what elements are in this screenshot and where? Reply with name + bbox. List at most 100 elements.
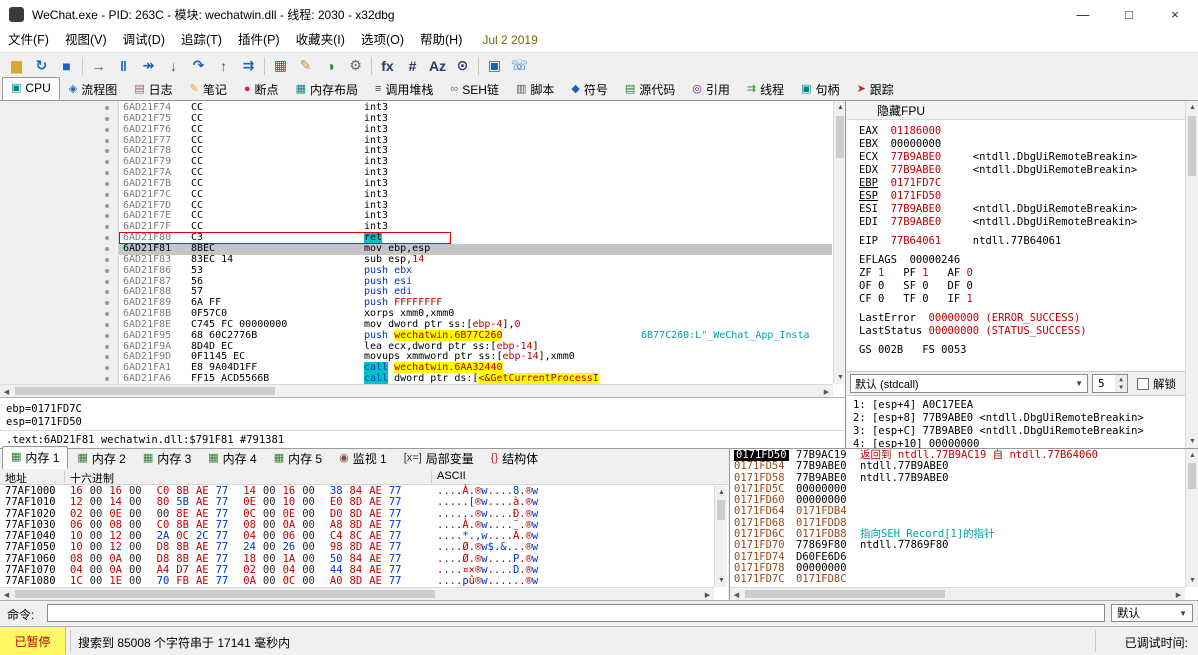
tab-call-stack[interactable]: ≡调用堆栈 [367, 79, 441, 100]
tab-memory-map[interactable]: ▦内存布局 [288, 79, 366, 100]
register-line[interactable]: OF 0 SF 0 DF 0 [859, 280, 1137, 293]
menu-item[interactable]: 调试(D) [115, 28, 173, 52]
command-input[interactable] [47, 604, 1105, 622]
analysis-icon[interactable]: ◑ [318, 55, 343, 77]
register-line[interactable]: EBX 00000000 [859, 138, 1137, 151]
menu-item[interactable]: 视图(V) [57, 28, 115, 52]
command-syntax-select[interactable]: 默认 ▼ [1111, 604, 1193, 622]
handset-icon[interactable]: ☏ [507, 55, 532, 77]
register-line[interactable]: ESI 77B9ABE0 <ntdll.DbgUiRemoteBreakin> [859, 203, 1137, 216]
register-line[interactable]: ESP 0171FD50 [859, 190, 1137, 203]
register-line[interactable]: ZF 1 PF 1 AF 0 [859, 267, 1137, 280]
unlock-checkbox[interactable] [1137, 378, 1149, 390]
tab-source[interactable]: ▤源代码 [617, 79, 683, 100]
hide-fpu-button[interactable]: 隐藏FPU [847, 101, 1185, 120]
menu-item[interactable]: 收藏夹(I) [288, 28, 353, 52]
register-line[interactable]: ECX 77B9ABE0 <ntdll.DbgUiRemoteBreakin> [859, 151, 1137, 164]
calling-convention-select[interactable]: 默认 (stdcall) ▼ [850, 374, 1088, 393]
scroll-thumb[interactable] [1188, 463, 1196, 489]
tab-symbols[interactable]: ◆符号 [563, 79, 615, 100]
scroll-thumb[interactable] [717, 500, 725, 520]
restart-icon[interactable]: ↻ [29, 55, 54, 77]
registers-scrollbar[interactable]: ▲ ▼ [1185, 101, 1198, 448]
disasm-vscrollbar[interactable]: ▲ ▼ [833, 101, 846, 384]
register-line[interactable]: LastStatus 00000000 (STATUS_SUCCESS) [859, 325, 1137, 338]
register-line[interactable]: CF 0 TF 0 IF 1 [859, 293, 1137, 306]
scroll-left-icon[interactable]: ◀ [0, 385, 13, 397]
register-line[interactable]: EIP 77B64061 ntdll.77B64061 [859, 235, 1137, 248]
disasm-hscrollbar[interactable]: ◀ ▶ [0, 384, 833, 397]
tab-trace[interactable]: ➤跟踪 [849, 79, 902, 100]
tab-threads[interactable]: ⇉线程 [739, 79, 792, 100]
spinner-up-icon[interactable]: ▲ [1119, 376, 1123, 383]
minimize-button[interactable]: — [1060, 0, 1106, 28]
step-out-icon[interactable]: ↑ [211, 55, 236, 77]
scroll-left-icon[interactable]: ◀ [730, 588, 743, 600]
argument-row[interactable]: 3: [esp+C] 77B9ABE0 <ntdll.DbgUiRemoteBr… [853, 425, 1185, 438]
tab-script[interactable]: ▥脚本 [508, 79, 562, 100]
scroll-up-icon[interactable]: ▲ [1186, 449, 1198, 462]
disasm-row[interactable]: 6AD21F7CCCint3 [0, 190, 832, 201]
scroll-down-icon[interactable]: ▼ [1186, 574, 1198, 587]
dump-hscrollbar[interactable]: ◀ ▶ [0, 587, 714, 600]
scroll-up-icon[interactable]: ▲ [1186, 101, 1198, 114]
scroll-thumb[interactable] [836, 116, 844, 158]
disasm-row[interactable]: 6AD21F8653push ebx [0, 266, 832, 277]
menu-item[interactable]: 插件(P) [230, 28, 288, 52]
tab-log[interactable]: ▤日志 [126, 79, 180, 100]
close-button[interactable]: × [1152, 0, 1198, 28]
scroll-thumb[interactable] [745, 590, 945, 598]
tab-graph[interactable]: ◈流程图 [61, 79, 125, 100]
find-strings-icon[interactable]: ⊙ [450, 55, 475, 77]
patches-icon[interactable]: ▦ [268, 55, 293, 77]
tab-struct[interactable]: {}结构体 [483, 448, 546, 469]
register-line[interactable]: EDI 77B9ABE0 <ntdll.DbgUiRemoteBreakin> [859, 216, 1137, 229]
stack-vscrollbar[interactable]: ▲ ▼ [1185, 449, 1198, 587]
scroll-up-icon[interactable]: ▲ [715, 486, 728, 499]
step-into-icon[interactable]: ↓ [161, 55, 186, 77]
hash-icon[interactable]: # [400, 55, 425, 77]
menu-item[interactable]: 文件(F) [0, 28, 57, 52]
spinner-arrows[interactable]: ▲▼ [1115, 375, 1127, 392]
menu-item[interactable]: 追踪(T) [173, 28, 230, 52]
scroll-thumb[interactable] [1188, 116, 1196, 176]
register-line[interactable]: EBP 0171FD7C [859, 177, 1137, 190]
spinner-down-icon[interactable]: ▼ [1119, 384, 1123, 391]
run-icon[interactable]: → [86, 55, 111, 77]
az-icon[interactable]: Az [425, 55, 450, 77]
tab-watch-1[interactable]: ◉监视 1 [331, 448, 395, 469]
stop-icon[interactable]: ■ [54, 55, 79, 77]
menu-item[interactable]: 选项(O) [353, 28, 412, 52]
argument-count-spinner[interactable]: 5 ▲▼ [1092, 374, 1128, 393]
scroll-left-icon[interactable]: ◀ [0, 588, 13, 600]
open-file-icon[interactable]: ▆ [4, 55, 29, 77]
register-line[interactable]: EDX 77B9ABE0 <ntdll.DbgUiRemoteBreakin> [859, 164, 1137, 177]
memtab-memory-4[interactable]: ▦内存 4 [200, 448, 264, 469]
step-over-icon[interactable]: ↷ [186, 55, 211, 77]
animate-icon[interactable]: ⇉ [236, 55, 261, 77]
cpu-chip-icon[interactable]: ▣ [482, 55, 507, 77]
scroll-up-icon[interactable]: ▲ [834, 101, 846, 114]
scroll-right-icon[interactable]: ▶ [701, 588, 714, 600]
run-to-user-icon[interactable]: ↠ [136, 55, 161, 77]
memtab-memory-1[interactable]: ▦内存 1 [2, 446, 68, 469]
tab-cpu[interactable]: ▣CPU [2, 77, 60, 100]
scroll-right-icon[interactable]: ▶ [820, 385, 833, 397]
comment-icon[interactable]: ✎ [293, 55, 318, 77]
pause-icon[interactable]: ‖ [111, 55, 136, 77]
memtab-memory-2[interactable]: ▦内存 2 [69, 448, 133, 469]
register-line[interactable]: EFLAGS 00000246 [859, 254, 1137, 267]
tab-seh[interactable]: ∞SEH链 [442, 79, 507, 100]
fx-icon[interactable]: fx [375, 55, 400, 77]
tab-references[interactable]: ◎引用 [684, 79, 738, 100]
argument-row[interactable]: 2: [esp+8] 77B9ABE0 <ntdll.DbgUiRemoteBr… [853, 412, 1185, 425]
stack-hscrollbar[interactable]: ◀ ▶ [730, 587, 1185, 600]
tab-breakpoints[interactable]: ●断点 [236, 79, 287, 100]
dump-vscrollbar[interactable]: ▲ ▼ [714, 486, 727, 587]
memtab-memory-5[interactable]: ▦内存 5 [266, 448, 330, 469]
tab-locals[interactable]: [x=]局部变量 [396, 448, 482, 469]
scroll-thumb[interactable] [15, 590, 435, 598]
register-line[interactable]: EAX 01186000 [859, 125, 1137, 138]
disasm-row[interactable]: 6AD21F80C3ret [0, 233, 832, 244]
register-line[interactable]: GS 002B FS 0053 [859, 344, 1137, 357]
